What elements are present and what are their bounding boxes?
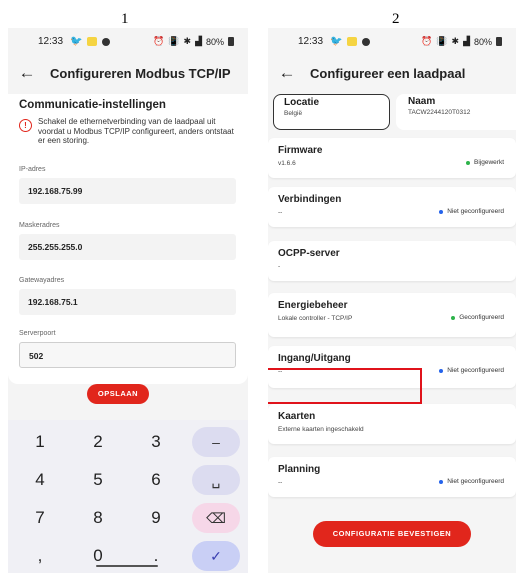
- status-bar: 12:33 🐦 ⏰ 📳 ✱ ▟ 80%: [8, 36, 248, 50]
- status-badge: Niet geconfigureerd: [439, 478, 504, 485]
- card-subtitle: v1.6.6: [278, 160, 296, 167]
- bluetooth-icon: ✱: [183, 36, 192, 46]
- card-title: Ingang/Uitgang: [278, 353, 351, 364]
- status-time: 12:33: [298, 36, 324, 47]
- key-1[interactable]: 1: [16, 427, 64, 457]
- ip-address-label: IP-adres: [19, 166, 46, 173]
- panel-label-1: 1: [121, 11, 129, 27]
- gateway-address-label: Gatewayadres: [19, 277, 65, 284]
- back-arrow-icon[interactable]: ←: [14, 63, 40, 83]
- status-badge: Bijgewerkt: [466, 159, 504, 166]
- key-9[interactable]: 9: [132, 503, 180, 533]
- gateway-address-field[interactable]: 192.168.75.1: [19, 289, 236, 315]
- status-dot-icon: [439, 368, 444, 373]
- status-badge: Niet geconfigureerd: [439, 367, 504, 374]
- app-bar: ← Configureren Modbus TCP/IP: [8, 60, 248, 86]
- card-title: Verbindingen: [278, 194, 342, 205]
- card-title: Energiebeheer: [278, 300, 348, 311]
- signal-icon: ▟: [195, 36, 202, 46]
- card-title: OCPP-server: [278, 248, 340, 259]
- phone-screen-configure: 12:33 🐦 ⏰ 📳 ✱ ▟ 80% ← Configureer een la…: [268, 28, 516, 573]
- numeric-keypad: 1 2 3 – 4 5 6 ␣ 7 8 9 ⌫ , 0 . ✓: [8, 420, 248, 573]
- card-subtitle: -: [278, 263, 281, 270]
- app-notification-icon: [347, 37, 358, 46]
- twitter-icon: 🐦: [330, 36, 343, 47]
- signal-icon: ▟: [463, 36, 470, 46]
- card-firmware[interactable]: Firmware v1.6.6 Bijgewerkt: [268, 138, 516, 178]
- mask-address-label: Maskeradres: [19, 222, 60, 229]
- key-2[interactable]: 2: [74, 427, 122, 457]
- server-port-label: Serverpoort: [19, 330, 56, 337]
- battery-icon: [496, 37, 502, 46]
- save-button[interactable]: OPSLAAN: [87, 384, 149, 404]
- panel-label-2: 2: [392, 11, 400, 27]
- battery-percent: 80%: [473, 36, 492, 47]
- card-subtitle: Lokale controller - TCP/IP: [278, 315, 353, 322]
- card-subtitle: --: [278, 479, 283, 486]
- status-bar: 12:33 🐦 ⏰ 📳 ✱ ▟ 80%: [268, 36, 516, 50]
- page-title: Configureer een laadpaal: [310, 65, 466, 81]
- confirm-configuration-button[interactable]: CONFIGURATIE BEVESTIGEN: [313, 521, 471, 547]
- status-dot-icon: [451, 315, 456, 320]
- home-indicator[interactable]: [96, 565, 158, 567]
- card-title: Kaarten: [278, 411, 316, 422]
- key-5[interactable]: 5: [74, 465, 122, 495]
- key-4[interactable]: 4: [16, 465, 64, 495]
- phone-screen-modbus: 12:33 🐦 ⏰ 📳 ✱ ▟ 80% ← Configureren Modbu…: [8, 28, 248, 573]
- app-notification-icon-2: [102, 37, 111, 46]
- alarm-icon: ⏰: [153, 36, 165, 46]
- status-dot-icon: [439, 479, 444, 484]
- card-title: Planning: [278, 464, 321, 475]
- key-7[interactable]: 7: [16, 503, 64, 533]
- mask-address-field[interactable]: 255.255.255.0: [19, 234, 236, 260]
- app-notification-icon-2: [362, 37, 371, 46]
- card-title: Firmware: [278, 145, 323, 156]
- warning-text: Schakel de ethernetverbinding van de laa…: [38, 117, 234, 145]
- location-card[interactable]: Locatie België: [273, 94, 390, 130]
- warning-message: ! Schakel de ethernetverbinding van de l…: [19, 117, 240, 146]
- location-value: België: [284, 110, 303, 117]
- backspace-icon[interactable]: ⌫: [192, 503, 240, 533]
- vibrate-icon: 📳: [168, 36, 180, 46]
- settings-form: Communicatie-instellingen ! Schakel de e…: [8, 94, 248, 384]
- bluetooth-icon: ✱: [451, 36, 460, 46]
- location-title: Locatie: [284, 97, 320, 108]
- name-card[interactable]: Naam TACW2244120T0312: [396, 94, 516, 130]
- app-notification-icon: [87, 37, 98, 46]
- status-dot-icon: [466, 160, 471, 165]
- key-comma[interactable]: ,: [16, 541, 64, 571]
- key-6[interactable]: 6: [132, 465, 180, 495]
- card-subtitle: --: [278, 209, 283, 216]
- name-value: TACW2244120T0312: [408, 109, 471, 116]
- card-cards[interactable]: Kaarten Externe kaarten ingeschakeld: [268, 404, 516, 444]
- name-title: Naam: [408, 96, 436, 107]
- back-arrow-icon[interactable]: ←: [274, 63, 300, 83]
- alarm-icon: ⏰: [421, 36, 433, 46]
- battery-icon: [228, 37, 234, 46]
- card-planning[interactable]: Planning -- Niet geconfigureerd: [268, 457, 516, 497]
- section-title: Communicatie-instellingen: [19, 99, 166, 111]
- card-connections[interactable]: Verbindingen -- Niet geconfigureerd: [268, 187, 516, 227]
- battery-percent: 80%: [205, 36, 224, 47]
- space-key-icon[interactable]: ␣: [192, 465, 240, 495]
- key-8[interactable]: 8: [74, 503, 122, 533]
- highlight-box: [268, 368, 422, 404]
- status-badge: Geconfigureerd: [451, 314, 504, 321]
- status-badge: Niet geconfigureerd: [439, 208, 504, 215]
- app-bar: ← Configureer een laadpaal: [268, 60, 516, 86]
- status-time: 12:33: [38, 36, 64, 47]
- warning-icon: !: [19, 119, 32, 132]
- key-minus[interactable]: –: [192, 427, 240, 457]
- ip-address-field[interactable]: 192.168.75.99: [19, 178, 236, 204]
- card-energy-management[interactable]: Energiebeheer Lokale controller - TCP/IP…: [268, 293, 516, 337]
- twitter-icon: 🐦: [70, 36, 83, 47]
- vibrate-icon: 📳: [436, 36, 448, 46]
- card-subtitle: Externe kaarten ingeschakeld: [278, 426, 364, 433]
- page-title: Configureren Modbus TCP/IP: [50, 65, 231, 81]
- card-ocpp-server[interactable]: OCPP-server -: [268, 241, 516, 281]
- checkmark-icon[interactable]: ✓: [192, 541, 240, 571]
- status-dot-icon: [439, 209, 444, 214]
- key-3[interactable]: 3: [132, 427, 180, 457]
- server-port-field[interactable]: 502: [19, 342, 236, 368]
